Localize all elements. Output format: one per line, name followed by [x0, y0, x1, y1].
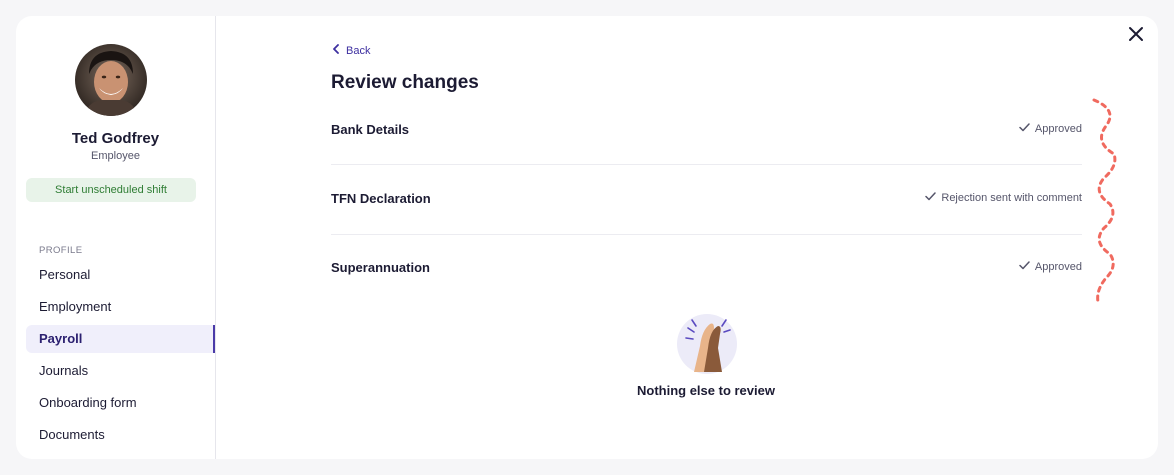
back-link[interactable]: Back: [332, 44, 370, 57]
review-row[interactable]: TFN Declaration Rejection sent with comm…: [331, 191, 1082, 211]
check-icon: [1019, 261, 1030, 273]
decorative-squiggle-icon: [1084, 96, 1124, 311]
high-five-icon: [674, 308, 740, 379]
avatar: [75, 44, 147, 116]
close-icon[interactable]: [1126, 24, 1146, 44]
employee-name: Ted Godfrey: [71, 130, 160, 147]
back-label: Back: [346, 44, 371, 57]
status-badge: Rejection sent with comment: [925, 192, 1082, 204]
sidebar-item-employment[interactable]: Employment: [26, 293, 215, 321]
status-text: Approved: [1034, 261, 1082, 273]
status-text: Rejection sent with comment: [941, 192, 1082, 204]
status-badge: Approved: [1019, 123, 1082, 135]
sidebar-item-journals[interactable]: Journals: [26, 357, 215, 385]
page-title: Review changes: [331, 72, 479, 93]
start-unscheduled-shift-button[interactable]: Start unscheduled shift: [26, 178, 196, 202]
check-icon: [1019, 123, 1030, 135]
review-row-label: Bank Details: [331, 122, 410, 137]
review-modal: Ted Godfrey Employee Start unscheduled s…: [16, 16, 1158, 459]
sidebar-item-documents[interactable]: Documents: [26, 421, 215, 449]
check-icon: [925, 192, 937, 204]
profile-section-label: PROFILE: [39, 245, 83, 256]
review-row-label: TFN Declaration: [331, 191, 431, 206]
divider: [331, 164, 1082, 165]
profile-sidebar: Ted Godfrey Employee Start unscheduled s…: [16, 16, 216, 459]
employee-role: Employee: [91, 150, 140, 162]
sidebar-item-personal[interactable]: Personal: [26, 261, 215, 289]
sidebar-item-onboarding-form[interactable]: Onboarding form: [26, 389, 215, 417]
empty-state-text: Nothing else to review: [637, 383, 775, 398]
divider: [331, 234, 1082, 235]
sidebar-item-payroll[interactable]: Payroll: [26, 325, 215, 353]
chevron-left-icon: [332, 44, 340, 57]
status-text: Approved: [1034, 123, 1082, 135]
review-row[interactable]: Bank Details Approved: [331, 122, 1082, 142]
status-badge: Approved: [1019, 261, 1082, 273]
review-row[interactable]: Superannuation Approved: [331, 260, 1082, 280]
profile-nav: Personal Employment Payroll Journals Onb…: [26, 261, 215, 453]
review-row-label: Superannuation: [331, 260, 430, 275]
